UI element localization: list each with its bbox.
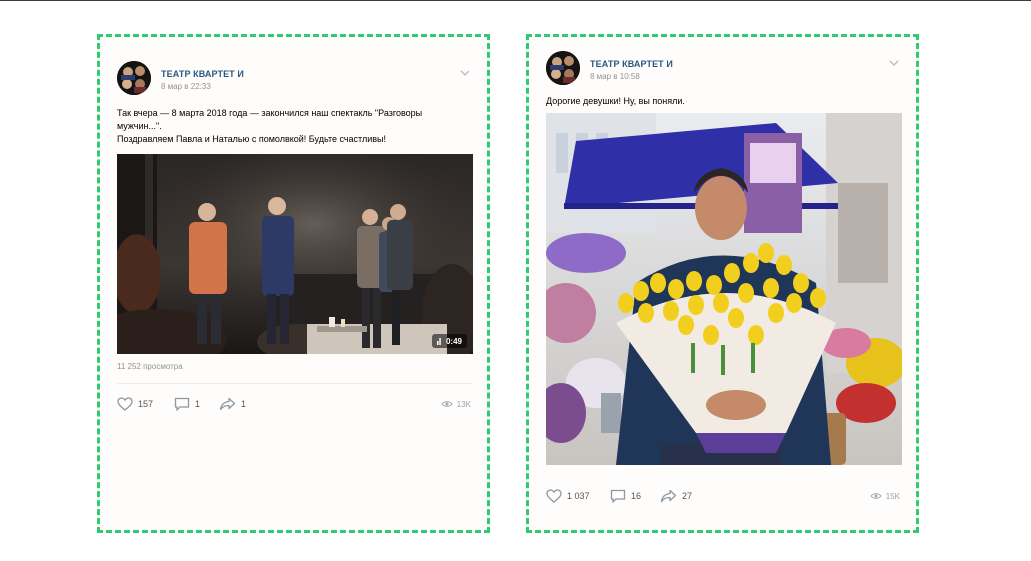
share-count: 27 (682, 491, 693, 501)
share-icon (219, 397, 236, 411)
comment-button[interactable]: 1 (174, 394, 200, 414)
video-duration-badge: 0:49 (431, 334, 467, 348)
divider (117, 383, 473, 384)
share-button[interactable]: 1 (219, 394, 246, 414)
video-thumbnail[interactable]: 0:49 (117, 154, 473, 354)
post-text-line: Так вчера — 8 марта 2018 года — закончил… (117, 108, 423, 118)
post-card: ТЕАТР КВАРТЕТ И 8 мар в 22:33 Так вчера … (97, 34, 490, 533)
like-count: 157 (138, 399, 154, 409)
views-short: 13K (456, 399, 471, 409)
views-short: 15K (885, 491, 900, 501)
video-duration-icon (436, 338, 441, 345)
comment-icon (174, 397, 190, 411)
post-date[interactable]: 8 мар в 22:33 (161, 82, 211, 91)
video-views-count: 11 252 просмотра (117, 362, 183, 371)
chevron-down-icon[interactable] (459, 69, 471, 77)
share-icon (660, 489, 677, 503)
like-button[interactable]: 1 037 (546, 486, 590, 506)
comment-count: 16 (631, 491, 642, 501)
post-text: Дорогие девушки! Ну, вы поняли. (546, 95, 902, 108)
post-photo[interactable] (546, 113, 902, 465)
post-header: ТЕАТР КВАРТЕТ И 8 мар в 10:58 (546, 51, 902, 91)
like-button[interactable]: 157 (117, 394, 153, 414)
post-header: ТЕАТР КВАРТЕТ И 8 мар в 22:33 (117, 61, 473, 101)
post-actions: 157 1 1 13K (117, 394, 473, 414)
post-text-line: мужчин...". (117, 121, 162, 131)
comment-button[interactable]: 16 (610, 486, 641, 506)
eye-icon (441, 401, 453, 407)
views-stat: 15K (870, 486, 900, 506)
avatar[interactable] (117, 61, 151, 95)
top-rule (0, 0, 1031, 1)
author-name[interactable]: ТЕАТР КВАРТЕТ И (590, 59, 673, 69)
post-text-line: Дорогие девушки! Ну, вы поняли. (546, 96, 685, 106)
comment-icon (610, 489, 626, 503)
author-name[interactable]: ТЕАТР КВАРТЕТ И (161, 69, 244, 79)
heart-icon (546, 489, 562, 503)
share-count: 1 (241, 399, 247, 409)
share-button[interactable]: 27 (660, 486, 692, 506)
eye-icon (870, 493, 882, 499)
post-date[interactable]: 8 мар в 10:58 (590, 72, 640, 81)
heart-icon (117, 397, 133, 411)
chevron-down-icon[interactable] (888, 59, 900, 67)
avatar[interactable] (546, 51, 580, 85)
post-card: ТЕАТР КВАРТЕТ И 8 мар в 10:58 Дорогие де… (526, 34, 919, 533)
like-count: 1 037 (567, 491, 590, 501)
post-text-line: Поздравляем Павла и Наталью с помолвкой!… (117, 134, 387, 144)
post-actions: 1 037 16 27 15K (546, 486, 902, 506)
post-text: Так вчера — 8 марта 2018 года — закончил… (117, 107, 473, 146)
video-duration: 0:49 (445, 336, 462, 346)
views-stat: 13K (441, 394, 471, 414)
comment-count: 1 (195, 399, 201, 409)
